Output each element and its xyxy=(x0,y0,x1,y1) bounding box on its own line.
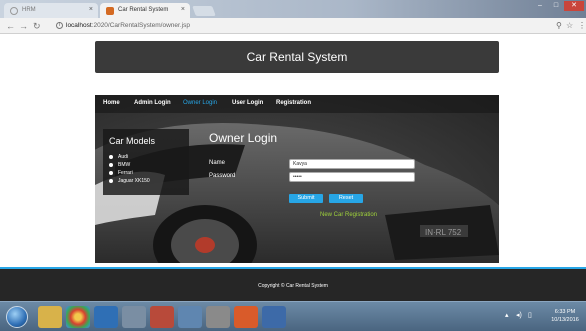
list-item[interactable]: Audi xyxy=(109,154,128,160)
bullet-icon xyxy=(109,154,113,159)
hero-panel: IN·RL 752 Home Admin Login Owner Login U… xyxy=(95,95,499,263)
nav-home[interactable]: Home xyxy=(103,100,120,106)
site-footer: Copyright © Car Rental System xyxy=(0,267,586,301)
nav-owner-login[interactable]: Owner Login xyxy=(183,100,217,106)
model-label: Audi xyxy=(118,154,129,160)
model-label: BMW xyxy=(118,162,131,168)
app-icon[interactable] xyxy=(262,306,286,328)
app-icon[interactable] xyxy=(178,306,202,328)
app-icon[interactable] xyxy=(206,306,230,328)
start-button[interactable] xyxy=(6,306,28,328)
info-icon: i xyxy=(56,22,63,29)
name-field[interactable] xyxy=(289,159,415,169)
clock-date: 10/13/2016 xyxy=(551,317,579,323)
car-models-title: Car Models xyxy=(109,136,156,146)
login-title: Owner Login xyxy=(209,131,278,145)
site-nav: Home Admin Login Owner Login User Login … xyxy=(95,95,499,113)
zoom-icon[interactable]: ⚲ xyxy=(556,20,562,32)
page: Car Rental System IN·RL 752 Home Admin L… xyxy=(0,35,586,301)
volume-icon[interactable]: ◂) xyxy=(516,311,522,319)
browser-tabstrip: HRM × Car Rental System × – □ ✕ xyxy=(0,0,586,18)
page-favicon-icon xyxy=(106,7,114,15)
site-header: Car Rental System xyxy=(95,41,499,73)
browser-tab-car-rental[interactable]: Car Rental System × xyxy=(100,3,190,18)
taskbar: ▴ ◂) ▯ 6:33 PM 10/13/2016 xyxy=(0,301,586,331)
minimize-button[interactable]: – xyxy=(532,1,548,11)
file-explorer-icon[interactable] xyxy=(38,306,62,328)
new-tab-button[interactable] xyxy=(192,6,216,16)
back-icon[interactable]: ← xyxy=(6,20,15,32)
nav-registration[interactable]: Registration xyxy=(276,100,311,106)
list-item[interactable]: Jaguar XK150 xyxy=(109,178,150,184)
clock-time: 6:33 PM xyxy=(554,309,576,315)
browser-tab-hrm[interactable]: HRM × xyxy=(4,3,98,18)
nav-admin-login[interactable]: Admin Login xyxy=(134,100,171,106)
nav-user-login[interactable]: User Login xyxy=(232,100,263,106)
tray-arrow-icon[interactable]: ▴ xyxy=(505,311,509,319)
browser-toolbar: ← → ↻ i localhost:2020/CarRentalSystem/o… xyxy=(0,18,586,34)
list-item[interactable]: BMW xyxy=(109,162,130,168)
svg-text:IN·RL 752: IN·RL 752 xyxy=(425,228,462,237)
name-label: Name xyxy=(209,160,226,166)
bookmark-star-icon[interactable]: ☆ xyxy=(566,20,573,32)
window-close-button[interactable]: ✕ xyxy=(564,1,584,11)
system-clock[interactable]: 6:33 PM 10/13/2016 xyxy=(545,308,585,324)
list-item[interactable]: Ferrari xyxy=(109,170,133,176)
copyright-text: Copyright © Car Rental System xyxy=(258,283,328,289)
internet-explorer-icon[interactable] xyxy=(94,306,118,328)
app-icon[interactable] xyxy=(234,306,258,328)
network-icon[interactable]: ▯ xyxy=(528,311,532,319)
password-label: Password xyxy=(209,173,236,179)
url-host: localhost xyxy=(66,22,92,29)
app-icon[interactable] xyxy=(122,306,146,328)
bullet-icon xyxy=(109,170,113,175)
close-icon[interactable]: × xyxy=(89,6,93,13)
app-icon[interactable] xyxy=(150,306,174,328)
tab-label: Car Rental System xyxy=(118,7,169,13)
submit-button[interactable]: Submit xyxy=(289,194,323,203)
address-bar[interactable]: i localhost:2020/CarRentalSystem/owner.j… xyxy=(54,20,554,32)
bullet-icon xyxy=(109,162,113,167)
car-models-panel: Car Models Audi BMW Ferrari Jaguar XK150 xyxy=(103,129,189,195)
forward-icon[interactable]: → xyxy=(19,20,28,32)
model-label: Ferrari xyxy=(118,170,133,176)
bullet-icon xyxy=(109,178,113,183)
menu-icon[interactable]: ⋮ xyxy=(578,20,586,32)
site-title: Car Rental System xyxy=(246,50,348,64)
new-car-registration-link[interactable]: New Car Registration xyxy=(320,212,377,218)
reload-icon[interactable]: ↻ xyxy=(33,20,41,32)
tab-label: HRM xyxy=(22,7,36,13)
model-label: Jaguar XK150 xyxy=(118,178,150,184)
maximize-button[interactable]: □ xyxy=(548,1,564,11)
chrome-icon[interactable] xyxy=(66,306,90,328)
close-icon[interactable]: × xyxy=(181,6,185,13)
globe-icon xyxy=(10,7,18,15)
url-path: :2020/CarRentalSystem/owner.jsp xyxy=(91,22,190,29)
password-field[interactable] xyxy=(289,172,415,182)
reset-button[interactable]: Reset xyxy=(329,194,363,203)
